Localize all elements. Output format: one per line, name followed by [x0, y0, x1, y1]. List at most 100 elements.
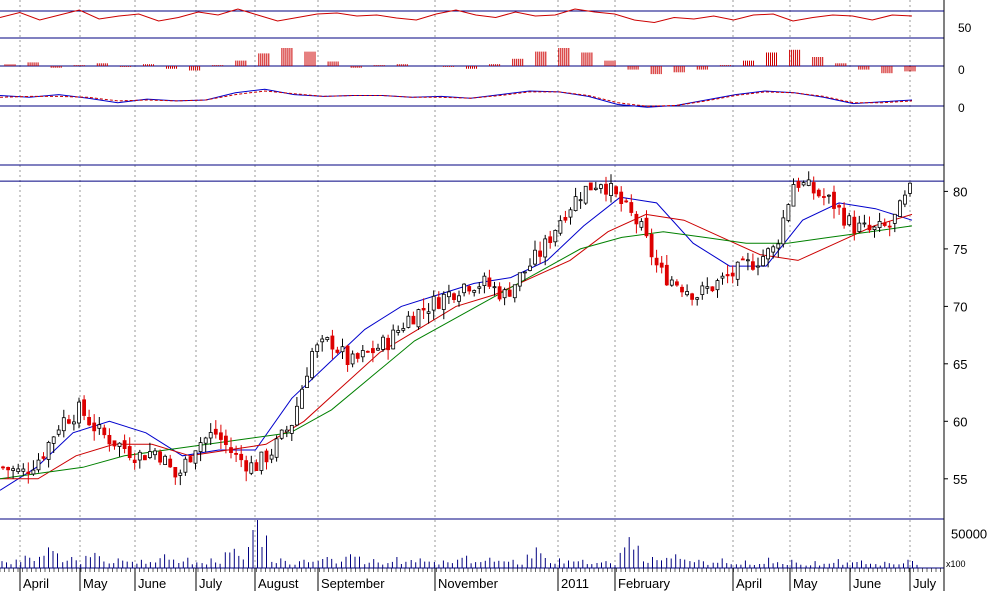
date-tick-label: August — [258, 576, 299, 591]
candle-body — [67, 419, 71, 424]
candle-body — [153, 450, 157, 456]
candle-body — [796, 180, 801, 188]
candle-body — [300, 388, 304, 409]
candle-body — [725, 274, 730, 277]
candle-body — [279, 429, 284, 439]
candle-body — [685, 291, 689, 296]
candle-body — [507, 289, 512, 297]
candle-body — [533, 249, 537, 265]
candle-body — [365, 350, 370, 353]
candle-body — [497, 286, 502, 300]
candle-body — [903, 194, 907, 205]
candle-body — [472, 290, 477, 293]
candle-body — [345, 345, 350, 366]
candle-body — [811, 182, 816, 194]
price-tick-label: 70 — [953, 299, 967, 314]
candle-body — [26, 471, 31, 475]
candle-body — [244, 460, 249, 472]
candle-body — [593, 187, 598, 190]
candle-body — [56, 429, 61, 435]
candle-body — [203, 437, 208, 444]
price-tick-label: 80 — [953, 184, 967, 199]
candle-body — [350, 353, 355, 365]
candle-body — [173, 466, 178, 478]
candle-body — [553, 229, 558, 243]
candle-body — [523, 271, 527, 274]
candle-body — [41, 456, 46, 459]
candle-body — [147, 451, 152, 459]
candle-body — [259, 451, 264, 471]
candle-body — [822, 196, 826, 198]
candle-body — [335, 349, 340, 353]
candle-body — [158, 451, 163, 463]
candle-body — [87, 416, 91, 426]
candle-body — [421, 307, 426, 311]
candle-body — [340, 346, 345, 353]
candle-body — [680, 286, 684, 293]
candle-body — [832, 191, 836, 209]
candle-body — [609, 182, 613, 196]
candle-body — [168, 458, 173, 468]
candle-body — [761, 256, 765, 267]
candle-body — [852, 216, 857, 234]
candle-body — [142, 455, 147, 461]
candle-body — [791, 184, 796, 207]
candle-body — [249, 462, 254, 474]
candle-body — [11, 468, 16, 471]
candle-body — [452, 293, 456, 301]
candle-body — [710, 286, 715, 292]
candle-body — [538, 250, 542, 257]
candle-body — [588, 182, 593, 191]
candle-body — [887, 225, 892, 228]
candle-body — [771, 246, 776, 253]
candle-body — [477, 286, 482, 289]
rsi-tick-label: 50 — [958, 21, 972, 35]
candle-body — [573, 196, 578, 212]
chart-canvas: 50 0 0 55 60 65 70 75 80 50000 April May June Ju… — [0, 0, 999, 591]
candle-body — [330, 335, 335, 350]
candle-body — [639, 221, 644, 228]
candle-body — [305, 375, 309, 389]
candle-body — [325, 337, 330, 340]
candle-body — [492, 286, 497, 289]
candle-body — [406, 315, 411, 328]
candle-body — [857, 222, 862, 233]
candle-body — [46, 441, 51, 460]
candle-body — [107, 434, 112, 445]
macd-tick-label: 0 — [958, 101, 965, 115]
candle-body — [16, 468, 21, 472]
candle-body — [715, 280, 720, 291]
candle-body — [193, 450, 198, 464]
candle-body — [381, 336, 385, 350]
candle-body — [842, 207, 846, 226]
candle-body — [543, 238, 548, 258]
candle-body — [827, 194, 831, 197]
candle-body — [77, 401, 81, 424]
candle-body — [92, 422, 97, 432]
date-tick-label: 2011 — [561, 576, 589, 591]
candle-body — [213, 428, 218, 435]
candle-body — [624, 200, 629, 203]
candle-body — [766, 248, 770, 260]
date-tick-label: April — [736, 576, 762, 591]
candle-body — [512, 284, 517, 299]
candle-body — [548, 236, 553, 244]
candle-body — [431, 295, 436, 311]
candle-body — [867, 224, 872, 231]
candle-body — [898, 200, 902, 217]
date-tick-label: April — [23, 576, 49, 591]
candle-body — [234, 452, 239, 455]
candle-body — [629, 202, 634, 213]
candle-body — [487, 277, 492, 287]
candle-body — [649, 233, 654, 258]
candle-body — [122, 440, 127, 450]
candle-body — [229, 447, 233, 454]
candle-body — [786, 204, 791, 221]
candle-body — [669, 279, 674, 286]
candle-body — [188, 456, 193, 463]
candle-body — [310, 351, 315, 379]
candle-body — [183, 458, 188, 473]
candle-body — [218, 432, 223, 440]
candle-body — [446, 291, 451, 298]
candle-body — [877, 220, 882, 228]
